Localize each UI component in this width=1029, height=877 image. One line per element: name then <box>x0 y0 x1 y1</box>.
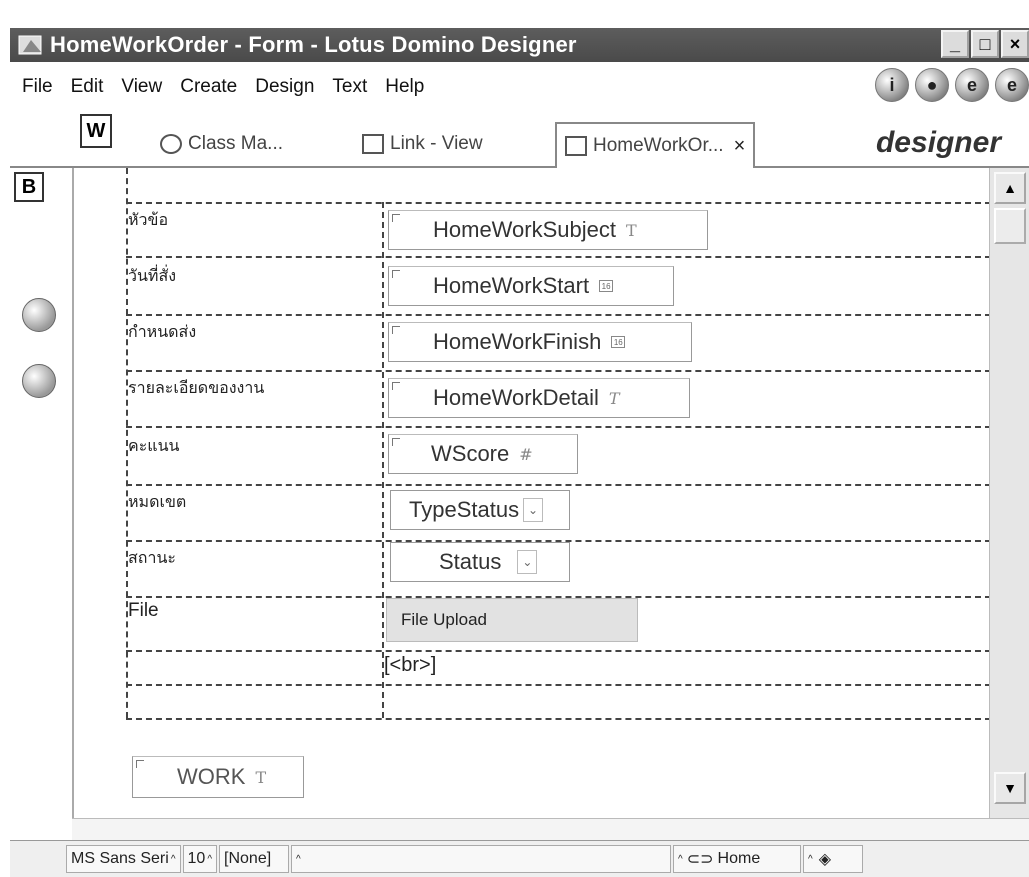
wscore-field[interactable]: WScore # <box>388 434 578 474</box>
maximize-button[interactable]: □ <box>971 30 999 58</box>
table-row-border <box>126 370 991 372</box>
font-size-selector[interactable]: 10 ^ <box>182 845 218 873</box>
date-type-icon: 16 <box>611 336 626 348</box>
browser-icon[interactable]: e <box>955 68 989 102</box>
tab-label: HomeWorkOr... <box>593 135 724 156</box>
database-icon <box>160 134 182 154</box>
br-tag: [<br>] <box>384 654 437 676</box>
typestatus-combobox[interactable]: TypeStatus ⌄ <box>390 490 570 530</box>
deadline-label: หมดเขต <box>128 494 187 511</box>
menu-edit[interactable]: Edit <box>71 76 104 98</box>
view-icon <box>362 134 384 154</box>
homeworksubject-field[interactable]: HomeWorkSubject T <box>388 210 708 250</box>
status-bar: MS Sans Seri ^ 10 ^ [None] ^ ^ ⊂⊃ Home ^ ◈ <box>10 840 1029 877</box>
location-icon: ⊂⊃ <box>686 851 714 868</box>
table-row-border <box>126 314 991 316</box>
date-type-icon: 16 <box>599 280 614 292</box>
subject-label: หัวข้อ <box>128 212 169 229</box>
table-row-border <box>126 426 991 428</box>
start-date-label: วันที่สั่ง <box>128 268 177 285</box>
menu-bar: File Edit View Create Design Text Help i… <box>10 62 1029 112</box>
scroll-thumb[interactable] <box>994 208 1026 244</box>
chevron-up-icon: ^ <box>678 853 683 865</box>
workspace-w-icon[interactable]: W <box>80 114 112 148</box>
status-label: สถานะ <box>128 550 176 567</box>
database-bookmark-icon[interactable] <box>22 364 56 398</box>
form-icon <box>565 136 587 156</box>
table-row-border <box>126 718 991 720</box>
people-bookmark-icon[interactable] <box>22 298 56 332</box>
status-message-area[interactable]: ^ <box>291 845 672 873</box>
minimize-button[interactable]: _ <box>941 30 969 58</box>
window-title: HomeWorkOrder - Form - Lotus Domino Desi… <box>50 32 577 57</box>
form-design-canvas[interactable]: หัวข้อ วันที่สั่ง กำหนดส่ง รายละเอียดของ… <box>72 168 993 818</box>
detail-label: รายละเอียดของงาน <box>128 380 265 397</box>
file-label: File <box>128 600 159 621</box>
homeworkdetail-field[interactable]: HomeWorkDetail T <box>388 378 690 418</box>
file-upload-control[interactable]: File Upload <box>386 598 638 642</box>
chevron-up-icon: ^ <box>170 853 176 865</box>
inbox-icon: ◈ <box>818 851 832 868</box>
bookmark-b-icon[interactable]: B <box>14 172 44 202</box>
table-row-border <box>126 484 991 486</box>
menu-text[interactable]: Text <box>332 76 367 98</box>
title-bar: HomeWorkOrder - Form - Lotus Domino Desi… <box>10 28 1029 62</box>
status-combobox[interactable]: Status ⌄ <box>390 542 570 582</box>
text-type-icon: T <box>626 220 637 240</box>
designer-brand: designer <box>875 126 1001 159</box>
horizontal-scroll-strip[interactable] <box>72 818 1029 840</box>
scroll-up-button[interactable]: ▲ <box>994 172 1026 204</box>
text-type-icon: T <box>255 767 267 787</box>
people-icon[interactable]: ● <box>915 68 949 102</box>
window-tab-bar: W Class Ma... Link - View HomeWorkOr... … <box>10 112 1029 168</box>
tab-link-view[interactable]: Link - View <box>362 122 483 166</box>
chevron-down-icon: ⌄ <box>517 550 538 574</box>
paragraph-style-selector[interactable]: [None] <box>219 845 290 873</box>
font-name-selector[interactable]: MS Sans Seri ^ <box>66 845 181 873</box>
table-row-border <box>126 650 991 652</box>
tab-homeworkorder[interactable]: HomeWorkOr... × <box>555 122 756 168</box>
app-icon <box>14 30 50 60</box>
tab-label: Link - View <box>390 133 483 154</box>
mail-selector[interactable]: ^ ◈ <box>803 845 864 873</box>
chevron-up-icon: ^ <box>808 853 813 865</box>
chevron-up-icon: ^ <box>296 853 301 865</box>
menu-create[interactable]: Create <box>180 76 237 98</box>
number-type-icon: # <box>519 444 533 464</box>
scroll-down-button[interactable]: ▼ <box>994 772 1026 804</box>
homeworkstart-field[interactable]: HomeWorkStart 16 <box>388 266 674 306</box>
vertical-scrollbar[interactable]: ▲ ▼ <box>989 168 1029 818</box>
due-date-label: กำหนดส่ง <box>128 324 197 341</box>
table-row-border <box>126 684 991 686</box>
close-icon[interactable]: × <box>734 135 746 158</box>
score-label: คะแนน <box>128 438 180 455</box>
info-icon[interactable]: i <box>875 68 909 102</box>
homeworkfinish-field[interactable]: HomeWorkFinish 16 <box>388 322 692 362</box>
menu-file[interactable]: File <box>22 76 53 98</box>
table-row-border <box>126 256 991 258</box>
chevron-down-icon: ⌄ <box>523 498 544 522</box>
chevron-up-icon: ^ <box>207 853 213 865</box>
menu-design[interactable]: Design <box>255 76 314 98</box>
table-row-border <box>126 202 991 204</box>
menu-view[interactable]: View <box>121 76 162 98</box>
richtext-type-icon: T <box>608 388 620 408</box>
tab-label: Class Ma... <box>188 133 284 154</box>
ie-icon[interactable]: e <box>995 68 1029 102</box>
menu-help[interactable]: Help <box>385 76 424 98</box>
table-column-divider <box>382 202 384 718</box>
work-field[interactable]: WORK T <box>132 756 304 798</box>
location-selector[interactable]: ^ ⊂⊃ Home <box>673 845 802 873</box>
bookmark-bar: B <box>10 168 72 818</box>
tab-class-manager[interactable]: Class Ma... <box>160 122 283 166</box>
close-button[interactable]: × <box>1001 30 1029 58</box>
